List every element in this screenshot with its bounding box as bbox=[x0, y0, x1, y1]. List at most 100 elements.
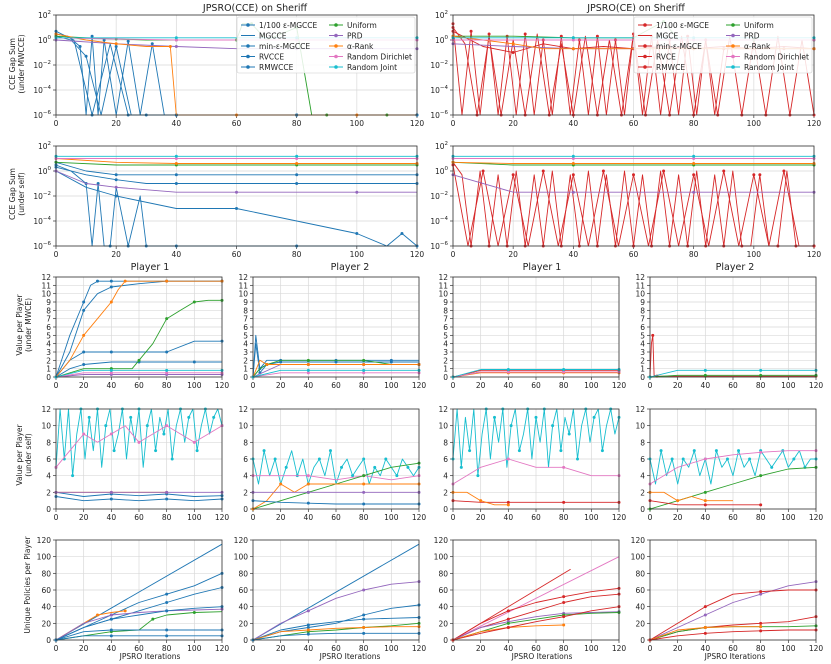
x-tick-label: 60 bbox=[331, 513, 341, 522]
x-tick-label: 0 bbox=[251, 513, 256, 522]
data-point bbox=[481, 169, 485, 173]
data-point bbox=[506, 457, 510, 461]
data-point bbox=[109, 628, 113, 632]
y-tick-label: 4 bbox=[640, 472, 645, 481]
data-point bbox=[235, 190, 238, 194]
x-tick-label: 0 bbox=[648, 644, 653, 653]
y-tick-label: 0 bbox=[46, 636, 51, 645]
data-point bbox=[362, 631, 366, 635]
x-tick-label: 80 bbox=[689, 250, 699, 259]
legend-swatch-marker bbox=[246, 65, 250, 69]
data-point bbox=[362, 457, 366, 461]
data-point bbox=[506, 609, 510, 613]
y-tick-label: 5 bbox=[443, 331, 448, 340]
x-tick-label: 80 bbox=[359, 513, 369, 522]
y-tick-label: 7 bbox=[243, 315, 248, 324]
data-point bbox=[82, 363, 86, 366]
col-title-ce: JPSRO(CE) on Sheriff bbox=[586, 3, 685, 14]
y-tick-label: 100 bbox=[435, 166, 449, 176]
y-tick-label: 3 bbox=[640, 348, 645, 357]
x-tick-label: 20 bbox=[79, 644, 89, 653]
x-tick-label: 80 bbox=[162, 644, 172, 653]
y-tick-label: 100 bbox=[234, 553, 249, 562]
x-tick-label: 0 bbox=[251, 381, 256, 390]
y-tick-label: 11 bbox=[635, 281, 645, 290]
data-point bbox=[82, 432, 86, 436]
legend-label: min-ε-MGCCE bbox=[259, 42, 310, 51]
data-point bbox=[511, 42, 515, 46]
data-point bbox=[551, 424, 555, 428]
y-tick-label: 100 bbox=[38, 35, 52, 45]
row-label-3: Value per Player (under MWCE) bbox=[15, 294, 33, 356]
data-point bbox=[126, 39, 130, 43]
data-point bbox=[114, 185, 118, 189]
data-point bbox=[362, 482, 366, 486]
chart-panel-4: 0 20 40 60 80 100 120 10−6 10−4 10−2 100 102 bbox=[430, 141, 821, 259]
data-point bbox=[571, 47, 575, 51]
data-point bbox=[759, 450, 763, 454]
player-title-3: Player 1 bbox=[523, 262, 562, 273]
data-point bbox=[82, 308, 86, 312]
data-point bbox=[752, 173, 756, 177]
y-tick-label: 10 bbox=[41, 290, 51, 299]
x-tick-label: 100 bbox=[584, 513, 599, 522]
data-point bbox=[192, 360, 196, 364]
row-label-5-line1: Unique Policies per Player bbox=[23, 536, 32, 634]
data-point bbox=[703, 368, 707, 372]
x-tick-label: 40 bbox=[304, 381, 314, 390]
data-point bbox=[681, 457, 685, 461]
data-point bbox=[759, 474, 763, 478]
y-tick-label: 6 bbox=[640, 323, 645, 332]
data-point bbox=[87, 415, 91, 419]
data-point bbox=[511, 51, 515, 54]
data-point bbox=[476, 474, 480, 478]
data-point bbox=[523, 32, 527, 36]
y-tick-label: 6 bbox=[46, 323, 51, 332]
data-point bbox=[295, 173, 299, 177]
y-tick-label: 1 bbox=[640, 365, 645, 374]
data-point bbox=[600, 449, 604, 453]
data-point bbox=[109, 634, 113, 638]
data-point bbox=[306, 501, 310, 505]
x-tick-label: 80 bbox=[559, 644, 569, 653]
data-point bbox=[759, 590, 763, 594]
y-tick-label: 12 bbox=[238, 273, 248, 282]
x-tick-label: 60 bbox=[629, 119, 639, 128]
data-point bbox=[174, 173, 178, 177]
chart-panel-7: 0 20 40 60 80 100 1200123456789101112 bbox=[438, 273, 626, 390]
data-point bbox=[295, 161, 299, 165]
y-tick-label: 100 bbox=[435, 35, 449, 45]
y-tick-label: 120 bbox=[631, 536, 646, 545]
xlabel-1: JPSRO Iterations bbox=[119, 652, 181, 661]
x-tick-label: 80 bbox=[292, 250, 302, 259]
y-tick-label: 60 bbox=[438, 586, 448, 595]
x-tick-label: 0 bbox=[54, 250, 59, 259]
data-point bbox=[703, 457, 707, 461]
y-tick-label: 10−2 bbox=[430, 60, 448, 70]
x-tick-label: 40 bbox=[172, 250, 182, 259]
legend-swatch-marker bbox=[334, 54, 338, 59]
data-point bbox=[114, 45, 118, 49]
data-point bbox=[151, 617, 155, 621]
player-title-4: Player 2 bbox=[716, 262, 755, 273]
y-tick-label: 120 bbox=[37, 536, 52, 545]
data-point bbox=[517, 449, 521, 453]
data-point bbox=[114, 42, 118, 46]
data-point bbox=[187, 415, 191, 419]
x-tick-label: 100 bbox=[187, 513, 202, 522]
data-point bbox=[703, 605, 707, 609]
chart-panel-14: 0 20 40 60 80 100 120 0 20 40 60 80 100 120 bbox=[234, 536, 427, 653]
x-tick-label: 120 bbox=[215, 513, 230, 522]
y-tick-label: 12 bbox=[635, 273, 645, 282]
data-point bbox=[692, 173, 696, 177]
xlabel-3: JPSRO Iterations bbox=[511, 652, 573, 661]
y-tick-label: 8 bbox=[443, 306, 448, 315]
y-tick-label: 9 bbox=[243, 298, 248, 307]
legend-label: min-ε-MGCE bbox=[656, 42, 702, 51]
y-tick-label: 2 bbox=[640, 488, 645, 497]
data-point bbox=[295, 182, 299, 185]
data-point bbox=[192, 611, 196, 614]
x-tick-label: 20 bbox=[476, 381, 486, 390]
data-point bbox=[317, 457, 321, 461]
data-point bbox=[123, 609, 127, 613]
